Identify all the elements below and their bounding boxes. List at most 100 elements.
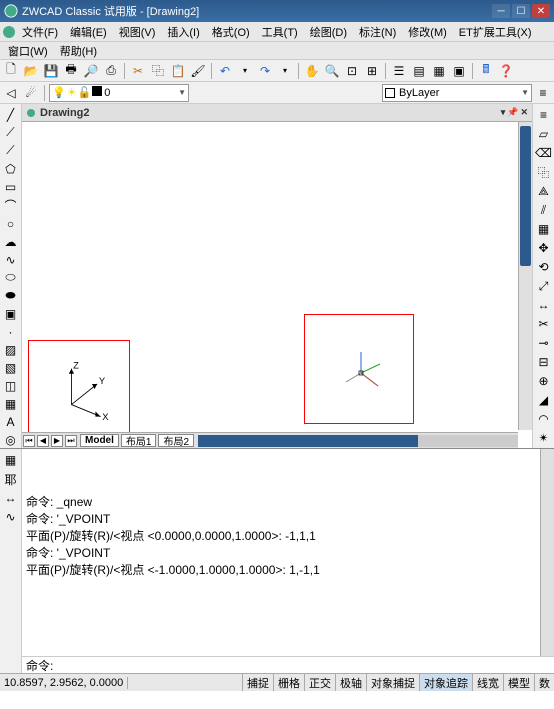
model-tab[interactable]: Model [80,434,119,447]
hscrollbar[interactable] [198,435,518,447]
menu-窗口(W)[interactable]: 窗口(W) [2,45,54,59]
block-icon[interactable]: ▣ [2,305,20,322]
redo-dd-icon[interactable]: ▾ [276,62,294,80]
region-icon[interactable]: ◫ [2,377,20,394]
minimize-button[interactable]: ─ [492,4,510,18]
misc-icon[interactable]: ∿ [2,508,20,526]
mirror-icon[interactable]: ⟁ [535,182,553,200]
break-icon[interactable]: ⊟ [535,353,553,371]
status-对象追踪[interactable]: 对象追踪 [419,674,472,691]
pan-icon[interactable]: ✋ [303,62,321,80]
save-icon[interactable]: 💾 [42,62,60,80]
scale-icon[interactable]: ⤢ [535,277,553,295]
zoom-rt-icon[interactable]: 🔍 [323,62,341,80]
array-icon[interactable]: ▦ [535,220,553,238]
menu-工具(T)[interactable]: 工具(T) [256,25,304,41]
cmd-vscrollbar[interactable] [540,449,554,656]
command-history[interactable]: 命令: _qnew命令: '_VPOINT平面(P)/旋转(R)/<视点 <0.… [22,449,554,657]
move-icon[interactable]: ✥ [535,239,553,257]
revcloud-icon[interactable]: ☁ [2,233,20,250]
arc-icon[interactable]: ⌒ [2,196,20,214]
menu-标注(N)[interactable]: 标注(N) [353,25,402,41]
layer-mgr-icon[interactable]: ☄ [22,84,40,102]
pline-icon[interactable]: ⟋ [2,142,20,159]
trim-icon[interactable]: ✂ [535,315,553,333]
tab-first-icon[interactable]: ⏮ [23,435,35,447]
command-input[interactable] [61,658,550,672]
menu-编辑(E)[interactable]: 编辑(E) [64,25,113,41]
calc-icon[interactable]: 🖩 [477,62,495,80]
extend-icon[interactable]: ⊸ [535,334,553,352]
copy-icon[interactable]: ⿻ [535,163,553,181]
paste-icon[interactable]: 📋 [169,62,187,80]
tab-close-icon[interactable]: ✕ [520,107,528,118]
rotate-icon[interactable]: ⟲ [535,258,553,276]
menu-修改(M)[interactable]: 修改(M) [402,25,453,41]
status-数[interactable]: 数 [534,674,554,691]
layer-prev-icon[interactable]: ◁ [2,84,20,102]
help-icon[interactable]: ❓ [497,62,515,80]
zoom-win-icon[interactable]: ⊡ [343,62,361,80]
hatch-icon[interactable]: ▨ [2,341,20,358]
circle-icon[interactable]: ○ [2,215,20,232]
status-捕捉[interactable]: 捕捉 [242,674,273,691]
mtext-icon[interactable]: A [2,413,20,430]
sheet-icon[interactable]: ▤ [410,62,428,80]
color-combo[interactable]: ByLayer ▼ [382,84,532,102]
open-icon[interactable]: 📂 [22,62,40,80]
status-模型[interactable]: 模型 [503,674,534,691]
ltype-icon[interactable]: ≡ [534,84,552,102]
menu-帮助(H)[interactable]: 帮助(H) [54,45,103,59]
text-icon[interactable]: 耶 [2,470,20,488]
table-icon[interactable]: ▦ [2,395,20,412]
match-icon[interactable]: 🖌 [189,62,207,80]
drawing-canvas[interactable]: Z Y X ⏮ ◀ ▶ ⏭ Model 布局1 布局2 [22,122,532,448]
menu-插入(I)[interactable]: 插入(I) [161,25,205,41]
cline-icon[interactable]: ⟋ [2,124,20,141]
undo-icon[interactable]: ↶ [216,62,234,80]
grad-icon[interactable]: ▧ [2,359,20,376]
donut-icon[interactable]: ◎ [2,431,20,448]
zoom-prev-icon[interactable]: ⊞ [363,62,381,80]
tab-prev-icon[interactable]: ◀ [37,435,49,447]
status-对象捕捉[interactable]: 对象捕捉 [366,674,419,691]
toolpal-icon[interactable]: ▦ [430,62,448,80]
tab-pin-icon[interactable]: 📌 [507,107,518,118]
status-栅格[interactable]: 栅格 [273,674,304,691]
maximize-button[interactable]: ☐ [512,4,530,18]
tab-last-icon[interactable]: ⏭ [65,435,77,447]
doc-tab-label[interactable]: Drawing2 [40,107,90,119]
menu-ET扩展工具(X)[interactable]: ET扩展工具(X) [453,25,538,41]
layout2-tab[interactable]: 布局2 [158,434,194,447]
explode-icon[interactable]: ✴ [535,429,553,447]
polygon-icon[interactable]: ⬠ [2,160,20,177]
layout1-tab[interactable]: 布局1 [121,434,157,447]
status-线宽[interactable]: 线宽 [472,674,503,691]
menu-绘图(D)[interactable]: 绘图(D) [304,25,353,41]
menu-文件(F)[interactable]: 文件(F) [16,25,64,41]
print-icon[interactable]: 🖶 [62,62,80,80]
fillet-icon[interactable]: ◠ [535,410,553,428]
chamfer-icon[interactable]: ◢ [535,391,553,409]
dist-icon[interactable]: ≡ [535,106,553,124]
close-button[interactable]: ✕ [532,4,550,18]
layer-combo[interactable]: 💡 ☀ 🔓 0 ▼ [49,84,189,102]
tab-dd-icon[interactable]: ▾ [501,107,506,118]
point-icon[interactable]: · [2,323,20,340]
menu-格式(O)[interactable]: 格式(O) [206,25,256,41]
rect-icon[interactable]: ▭ [2,178,20,195]
preview-icon[interactable]: 🔎 [82,62,100,80]
spline-icon[interactable]: ∿ [2,251,20,268]
offset-icon[interactable]: ⫽ [535,201,553,219]
coords-readout[interactable]: 10.8597, 2.9562, 0.0000 [0,677,128,689]
menu-视图(V)[interactable]: 视图(V) [113,25,162,41]
status-极轴[interactable]: 极轴 [335,674,366,691]
undo-dd-icon[interactable]: ▾ [236,62,254,80]
redo-icon[interactable]: ↷ [256,62,274,80]
grid-icon[interactable]: ▦ [2,451,20,469]
area-icon[interactable]: ▱ [535,125,553,143]
erase-icon[interactable]: ⌫ [535,144,553,162]
vscrollbar[interactable] [518,122,532,430]
dim-icon[interactable]: ↔ [2,489,20,507]
tab-next-icon[interactable]: ▶ [51,435,63,447]
